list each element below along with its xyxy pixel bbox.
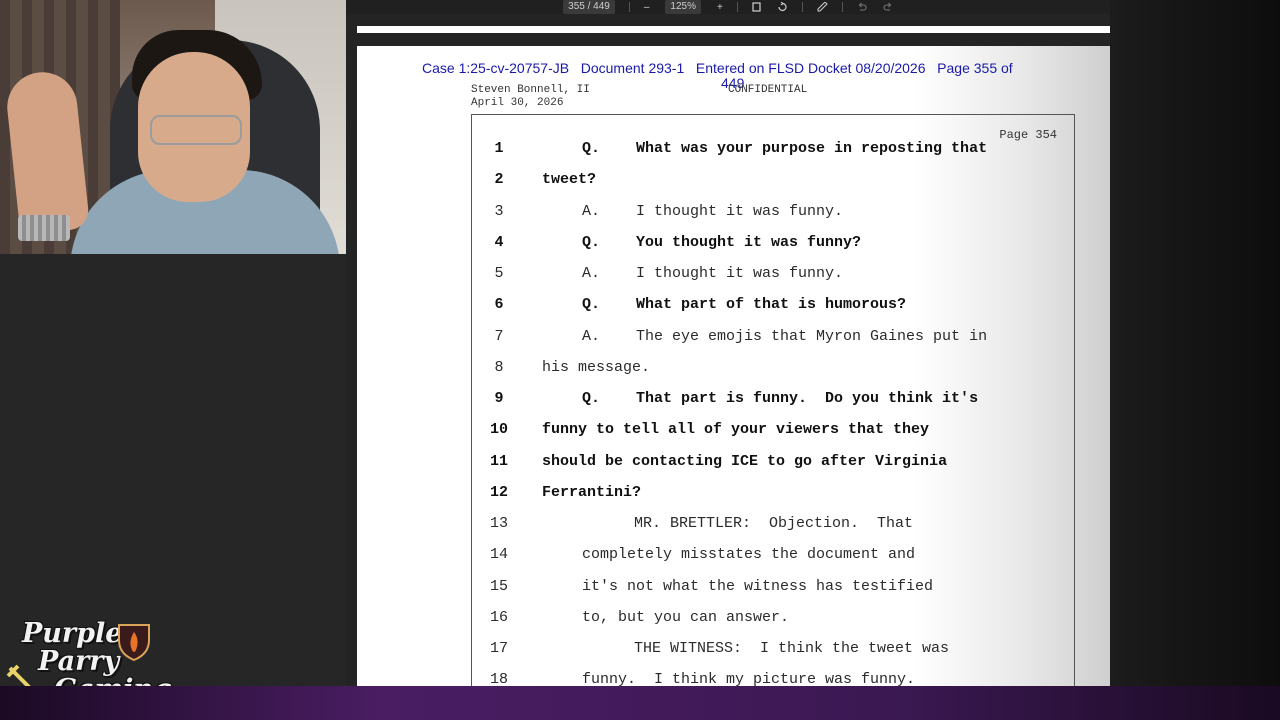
line-number: 13 bbox=[489, 515, 508, 532]
line-number: 14 bbox=[489, 546, 508, 564]
pdf-toolbar: 355 / 449 – 125% + bbox=[346, 0, 1110, 14]
zoom-in-button[interactable]: + bbox=[717, 0, 723, 14]
confidential-label: CONFIDENTIAL bbox=[728, 84, 808, 96]
case-header: Case 1:25-cv-20757-JB Document 293-1 Ent… bbox=[422, 60, 1013, 76]
shield-icon bbox=[118, 624, 150, 662]
transcript-line: 6 Q. What part of that is humorous? bbox=[472, 289, 1072, 320]
line-number: 7 bbox=[494, 327, 504, 345]
transcript-line: 17 THE WITNESS: I think the tweet was bbox=[472, 633, 1072, 664]
draw-icon[interactable] bbox=[817, 0, 828, 14]
transcript-line: 1 Q. What was your purpose in reposting t… bbox=[472, 133, 1072, 164]
transcript-line: 13 MR. BRETTLER: Objection. That bbox=[472, 508, 1072, 539]
undo-icon[interactable] bbox=[857, 0, 867, 14]
wristwatch bbox=[18, 215, 70, 241]
line-text: Q. What part of that is humorous? bbox=[582, 296, 907, 314]
line-number: 1 bbox=[494, 140, 504, 157]
line-text: Q. You thought it was funny? bbox=[582, 233, 862, 251]
transcript-line: 2 tweet? bbox=[472, 164, 1072, 195]
zoom-out-button[interactable]: – bbox=[644, 0, 650, 14]
line-text: Q. That part is funny. Do you think it's bbox=[582, 390, 979, 407]
line-text: funny to tell all of your viewers that t… bbox=[542, 421, 930, 439]
line-number: 8 bbox=[494, 358, 504, 376]
line-text: Q. What was your purpose in reposting th… bbox=[582, 140, 988, 157]
line-text: Ferrantini? bbox=[542, 483, 642, 501]
transcript-line: 18 funny. I think my picture was funny. bbox=[472, 664, 1072, 686]
line-text: A. I thought it was funny. bbox=[582, 202, 844, 220]
toolbar-divider bbox=[736, 2, 738, 12]
deponent-name: Steven Bonnell, II bbox=[471, 84, 590, 96]
transcript-line: 4 Q. You thought it was funny? bbox=[472, 227, 1072, 258]
deposition-date: April 30, 2026 bbox=[471, 97, 564, 109]
line-text: funny. I think my picture was funny. bbox=[582, 671, 916, 686]
line-number: 4 bbox=[494, 233, 504, 251]
line-text: MR. BRETTLER: Objection. That bbox=[634, 515, 914, 532]
transcript-line: 14 completely misstates the document and bbox=[472, 539, 1072, 570]
transcript-line: 7 A. The eye emojis that Myron Gaines put… bbox=[472, 321, 1072, 352]
transcript-line: 3 A. I thought it was funny. bbox=[472, 196, 1072, 227]
line-number: 5 bbox=[494, 265, 504, 282]
line-number: 3 bbox=[494, 202, 504, 220]
glasses bbox=[150, 115, 242, 145]
line-number: 9 bbox=[494, 390, 504, 407]
line-number: 17 bbox=[489, 640, 508, 657]
transcript-line: 8 his message. bbox=[472, 352, 1072, 383]
previous-page-edge bbox=[357, 26, 1110, 33]
line-text: his message. bbox=[542, 358, 651, 376]
page-indicator[interactable]: 355 / 449 bbox=[563, 0, 615, 14]
line-text: it's not what the witness has testified bbox=[582, 577, 934, 595]
deponent-block: Steven Bonnell, II April 30, 2026 bbox=[471, 84, 590, 110]
line-text: to, but you can answer. bbox=[582, 608, 790, 626]
logo-line-1: Purple bbox=[22, 618, 123, 649]
line-text: A. I thought it was funny. bbox=[582, 265, 844, 282]
toolbar-divider bbox=[628, 2, 630, 12]
transcript-line: 12 Ferrantini? bbox=[472, 477, 1072, 508]
line-text: A. The eye emojis that Myron Gaines put … bbox=[582, 327, 988, 345]
toolbar-divider bbox=[801, 2, 803, 12]
transcript-line: 11 should be contacting ICE to go after V… bbox=[472, 446, 1072, 477]
line-number: 11 bbox=[489, 452, 508, 470]
line-number: 6 bbox=[494, 296, 504, 314]
line-number: 10 bbox=[489, 421, 508, 439]
line-text: should be contacting ICE to go after Vir… bbox=[542, 452, 948, 470]
transcript-line: 5 A. I thought it was funny. bbox=[472, 258, 1072, 289]
line-text: tweet? bbox=[542, 171, 597, 189]
transcript-box: Page 354 1 Q. What was your purpose in re… bbox=[471, 114, 1075, 686]
transcript-line: 9 Q. That part is funny. Do you think it'… bbox=[472, 383, 1072, 414]
pdf-page[interactable]: Case 1:25-cv-20757-JB Document 293-1 Ent… bbox=[357, 46, 1110, 686]
line-number: 16 bbox=[489, 608, 508, 626]
transcript-line: 10 funny to tell all of your viewers that… bbox=[472, 414, 1072, 445]
stream-bottom-bar bbox=[0, 686, 1280, 720]
line-text: completely misstates the document and bbox=[582, 546, 916, 564]
transcript-line: 16 to, but you can answer. bbox=[472, 602, 1072, 633]
line-text: THE WITNESS: I think the tweet was bbox=[634, 640, 950, 657]
redo-icon[interactable] bbox=[883, 0, 893, 14]
line-number: 12 bbox=[489, 483, 508, 501]
webcam-overlay bbox=[0, 0, 346, 254]
line-number: 2 bbox=[494, 171, 504, 189]
fit-page-icon[interactable] bbox=[752, 0, 761, 14]
rotate-icon[interactable] bbox=[777, 0, 788, 14]
transcript-line: 15 it's not what the witness has testifie… bbox=[472, 571, 1072, 602]
viewer-gutter bbox=[1110, 0, 1280, 686]
zoom-level[interactable]: 125% bbox=[665, 0, 701, 14]
line-number: 15 bbox=[489, 577, 508, 595]
line-number: 18 bbox=[489, 671, 508, 686]
toolbar-divider bbox=[841, 2, 843, 12]
